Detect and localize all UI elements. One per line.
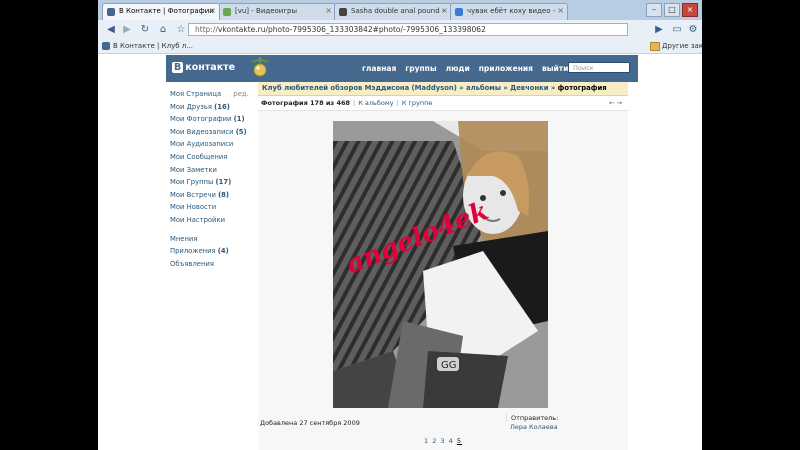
sidebar-item-audio[interactable]: Мои Аудиозаписи bbox=[170, 138, 256, 151]
bookmark-item[interactable]: В Контакте | Клуб л... bbox=[113, 42, 193, 50]
url-text: vkontakte.ru/photo-7995306_133303842#pho… bbox=[217, 25, 486, 34]
close-tab-icon[interactable]: × bbox=[325, 6, 332, 15]
vk-favicon-icon bbox=[102, 42, 110, 50]
url-scheme: http:// bbox=[195, 25, 218, 34]
sidebar-item-videos[interactable]: Мои Видеозаписи (5) bbox=[170, 126, 256, 139]
next-arrow-icon[interactable]: → bbox=[617, 99, 622, 107]
vk-header: Вконтакте главная группы люди приложения… bbox=[166, 55, 638, 82]
minimize-button[interactable]: – bbox=[646, 3, 662, 17]
close-tab-icon[interactable]: × bbox=[557, 6, 564, 15]
bookmark-star-icon[interactable]: ☆ bbox=[174, 23, 188, 37]
sender-label: Отправитель: bbox=[506, 414, 558, 422]
nav-home[interactable]: главная bbox=[362, 64, 396, 73]
web-page: Вконтакте главная группы люди приложения… bbox=[98, 54, 702, 450]
sidebar-item-friends[interactable]: Мои Друзья (16) bbox=[170, 101, 256, 114]
nav-groups[interactable]: группы bbox=[405, 64, 436, 73]
tab-video-1[interactable]: Sasha double anal pound - × bbox=[334, 3, 452, 20]
tab-video-2[interactable]: чувак ебёт коху видео - × bbox=[450, 3, 568, 20]
search-input[interactable]: Поиск bbox=[568, 62, 630, 73]
sidebar-item-news[interactable]: Мои Новости bbox=[170, 201, 256, 214]
folder-icon bbox=[650, 42, 660, 51]
christmas-ornament-icon bbox=[251, 57, 269, 77]
close-window-button[interactable]: × bbox=[682, 3, 698, 17]
forward-icon[interactable]: ▶ bbox=[120, 23, 134, 37]
to-group-link[interactable]: К группе bbox=[402, 99, 433, 107]
breadcrumb-album[interactable]: Девчонки bbox=[510, 84, 548, 92]
top-nav: главная группы люди приложения выйти bbox=[362, 64, 568, 73]
site-favicon-icon bbox=[223, 8, 231, 16]
prev-arrow-icon[interactable]: ← bbox=[609, 99, 614, 107]
photo-illustration: GG angelo4ek bbox=[333, 121, 548, 408]
added-date: Добавлена 27 сентября 2009 bbox=[260, 419, 360, 427]
back-icon[interactable]: ◀ bbox=[104, 23, 118, 37]
breadcrumb-current: фотография bbox=[557, 84, 607, 92]
photo-image[interactable]: GG angelo4ek bbox=[333, 121, 548, 408]
window-controls: – □ × bbox=[646, 3, 698, 17]
vk-favicon-icon bbox=[107, 8, 115, 16]
close-tab-icon[interactable]: × bbox=[441, 6, 448, 15]
left-sidebar: Моя Страница ред. Мои Друзья (16) Мои Фо… bbox=[170, 88, 256, 270]
tab-videogames[interactable]: [vu] - Видеоигры × bbox=[218, 3, 336, 20]
tab-label: [vu] - Видеоигры bbox=[235, 7, 297, 15]
breadcrumb-albums[interactable]: альбомы bbox=[466, 84, 501, 92]
sidebar-item-ads[interactable]: Объявления bbox=[170, 258, 256, 271]
sidebar-item-photos[interactable]: Мои Фотографии (1) bbox=[170, 113, 256, 126]
page-link[interactable]: 2 bbox=[432, 437, 437, 445]
photo-view: Клуб любителей обзоров Мэддисона (Maddys… bbox=[258, 82, 628, 450]
sidebar-item-settings[interactable]: Мои Настройки bbox=[170, 214, 256, 227]
other-bookmarks[interactable]: Другие закл bbox=[662, 42, 702, 50]
tab-vk-photos[interactable]: В Контакте | Фотографии × bbox=[102, 3, 220, 20]
photo-counter: Фотография 178 из 468 bbox=[261, 99, 351, 107]
close-tab-icon[interactable]: × bbox=[209, 6, 216, 15]
sidebar-item-my-page[interactable]: Моя Страница ред. bbox=[170, 88, 256, 101]
sidebar-item-groups[interactable]: Мои Группы (17) bbox=[170, 176, 256, 189]
photo-navigation-bar: Фотография 178 из 468 | К альбому | К группе… bbox=[258, 96, 628, 111]
page-link[interactable]: 1 bbox=[424, 437, 429, 445]
nav-logout[interactable]: выйти bbox=[542, 64, 568, 73]
tools-menu-icon[interactable]: ⚙ bbox=[686, 23, 700, 37]
tab-strip: В Контакте | Фотографии × [vu] - Видеоиг… bbox=[98, 0, 702, 20]
sidebar-item-events[interactable]: Мои Встречи (8) bbox=[170, 189, 256, 202]
browser-toolbar: ◀ ▶ ↻ ⌂ ☆ http://vkontakte.ru/photo-7995… bbox=[98, 20, 702, 41]
home-icon[interactable]: ⌂ bbox=[156, 23, 170, 37]
page-menu-icon[interactable]: ▭ bbox=[670, 23, 684, 37]
tab-label: чувак ебёт коху видео - bbox=[467, 7, 556, 15]
address-bar[interactable]: http://vkontakte.ru/photo-7995306_133303… bbox=[188, 23, 628, 36]
current-page: 5 bbox=[456, 437, 462, 445]
breadcrumb: Клуб любителей обзоров Мэддисона (Maddys… bbox=[258, 82, 628, 96]
to-album-link[interactable]: К альбому bbox=[358, 99, 393, 107]
vk-logo[interactable]: Вконтакте bbox=[172, 62, 235, 73]
go-icon[interactable]: ▶ bbox=[652, 23, 666, 37]
breadcrumb-club[interactable]: Клуб любителей обзоров Мэддисона (Maddys… bbox=[262, 84, 457, 92]
logo-b: В bbox=[172, 62, 184, 73]
edit-link[interactable]: ред. bbox=[233, 90, 248, 98]
browser-window: В Контакте | Фотографии × [vu] - Видеоиг… bbox=[98, 0, 702, 450]
site-favicon-icon bbox=[339, 8, 347, 16]
sidebar-item-notes[interactable]: Мои Заметки bbox=[170, 164, 256, 177]
page-link[interactable]: 4 bbox=[449, 437, 454, 445]
sidebar-item-messages[interactable]: Мои Сообщения bbox=[170, 151, 256, 164]
logo-text: контакте bbox=[185, 62, 236, 73]
pager: 1 2 3 4 5 bbox=[258, 437, 628, 445]
reload-icon[interactable]: ↻ bbox=[138, 23, 152, 37]
sidebar-item-opinions[interactable]: Мнения bbox=[170, 233, 256, 246]
tab-label: В Контакте | Фотографии bbox=[119, 7, 214, 15]
page-link[interactable]: 3 bbox=[440, 437, 445, 445]
photo-arrows: ← → bbox=[609, 96, 622, 110]
bookmarks-bar: В Контакте | Клуб л... Другие закл bbox=[98, 40, 702, 54]
site-favicon-icon bbox=[455, 8, 463, 16]
sidebar-item-apps[interactable]: Приложения (4) bbox=[170, 245, 256, 258]
nav-apps[interactable]: приложения bbox=[479, 64, 533, 73]
tab-label: Sasha double anal pound - bbox=[351, 7, 445, 15]
sender-name[interactable]: Лера Колаева bbox=[510, 423, 558, 431]
nav-people[interactable]: люди bbox=[446, 64, 470, 73]
maximize-button[interactable]: □ bbox=[664, 3, 680, 17]
svg-text:GG: GG bbox=[441, 360, 457, 371]
